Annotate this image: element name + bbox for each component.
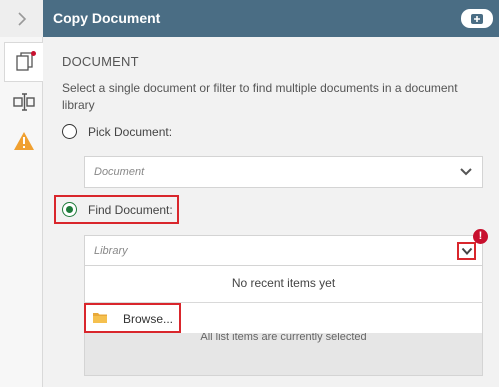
panel-title: Copy Document bbox=[53, 10, 161, 26]
no-recent-items-message: No recent items yet bbox=[231, 276, 336, 290]
collapse-panel-button[interactable] bbox=[0, 0, 43, 37]
rail-tab-document[interactable] bbox=[4, 42, 44, 82]
library-dropdown-toggle[interactable] bbox=[457, 242, 476, 260]
section-description: Select a single document or filter to fi… bbox=[62, 81, 458, 112]
section-title: DOCUMENT bbox=[62, 54, 139, 69]
library-select-placeholder: Library bbox=[94, 245, 128, 257]
library-select[interactable]: Library bbox=[84, 235, 483, 267]
validation-error-icon: ! bbox=[473, 229, 488, 244]
find-document-label: Find Document: bbox=[88, 203, 173, 217]
rail-tab-warning[interactable] bbox=[4, 121, 43, 161]
rail-tab-field[interactable] bbox=[4, 82, 43, 122]
chevron-down-icon bbox=[461, 247, 472, 255]
documents-icon bbox=[15, 51, 36, 71]
add-icon bbox=[471, 13, 483, 24]
add-button[interactable] bbox=[461, 9, 493, 28]
find-document-radio[interactable] bbox=[62, 202, 77, 217]
document-select[interactable]: Document bbox=[84, 156, 483, 188]
chevron-right-icon bbox=[17, 11, 26, 26]
browse-label: Browse... bbox=[123, 312, 174, 326]
pick-document-radio[interactable] bbox=[62, 124, 77, 139]
chevron-down-icon bbox=[460, 168, 472, 176]
pick-document-label: Pick Document: bbox=[88, 125, 173, 139]
text-field-icon bbox=[12, 93, 35, 111]
document-select-placeholder: Document bbox=[94, 166, 145, 178]
warning-icon bbox=[13, 132, 34, 150]
folder-icon bbox=[93, 313, 107, 323]
